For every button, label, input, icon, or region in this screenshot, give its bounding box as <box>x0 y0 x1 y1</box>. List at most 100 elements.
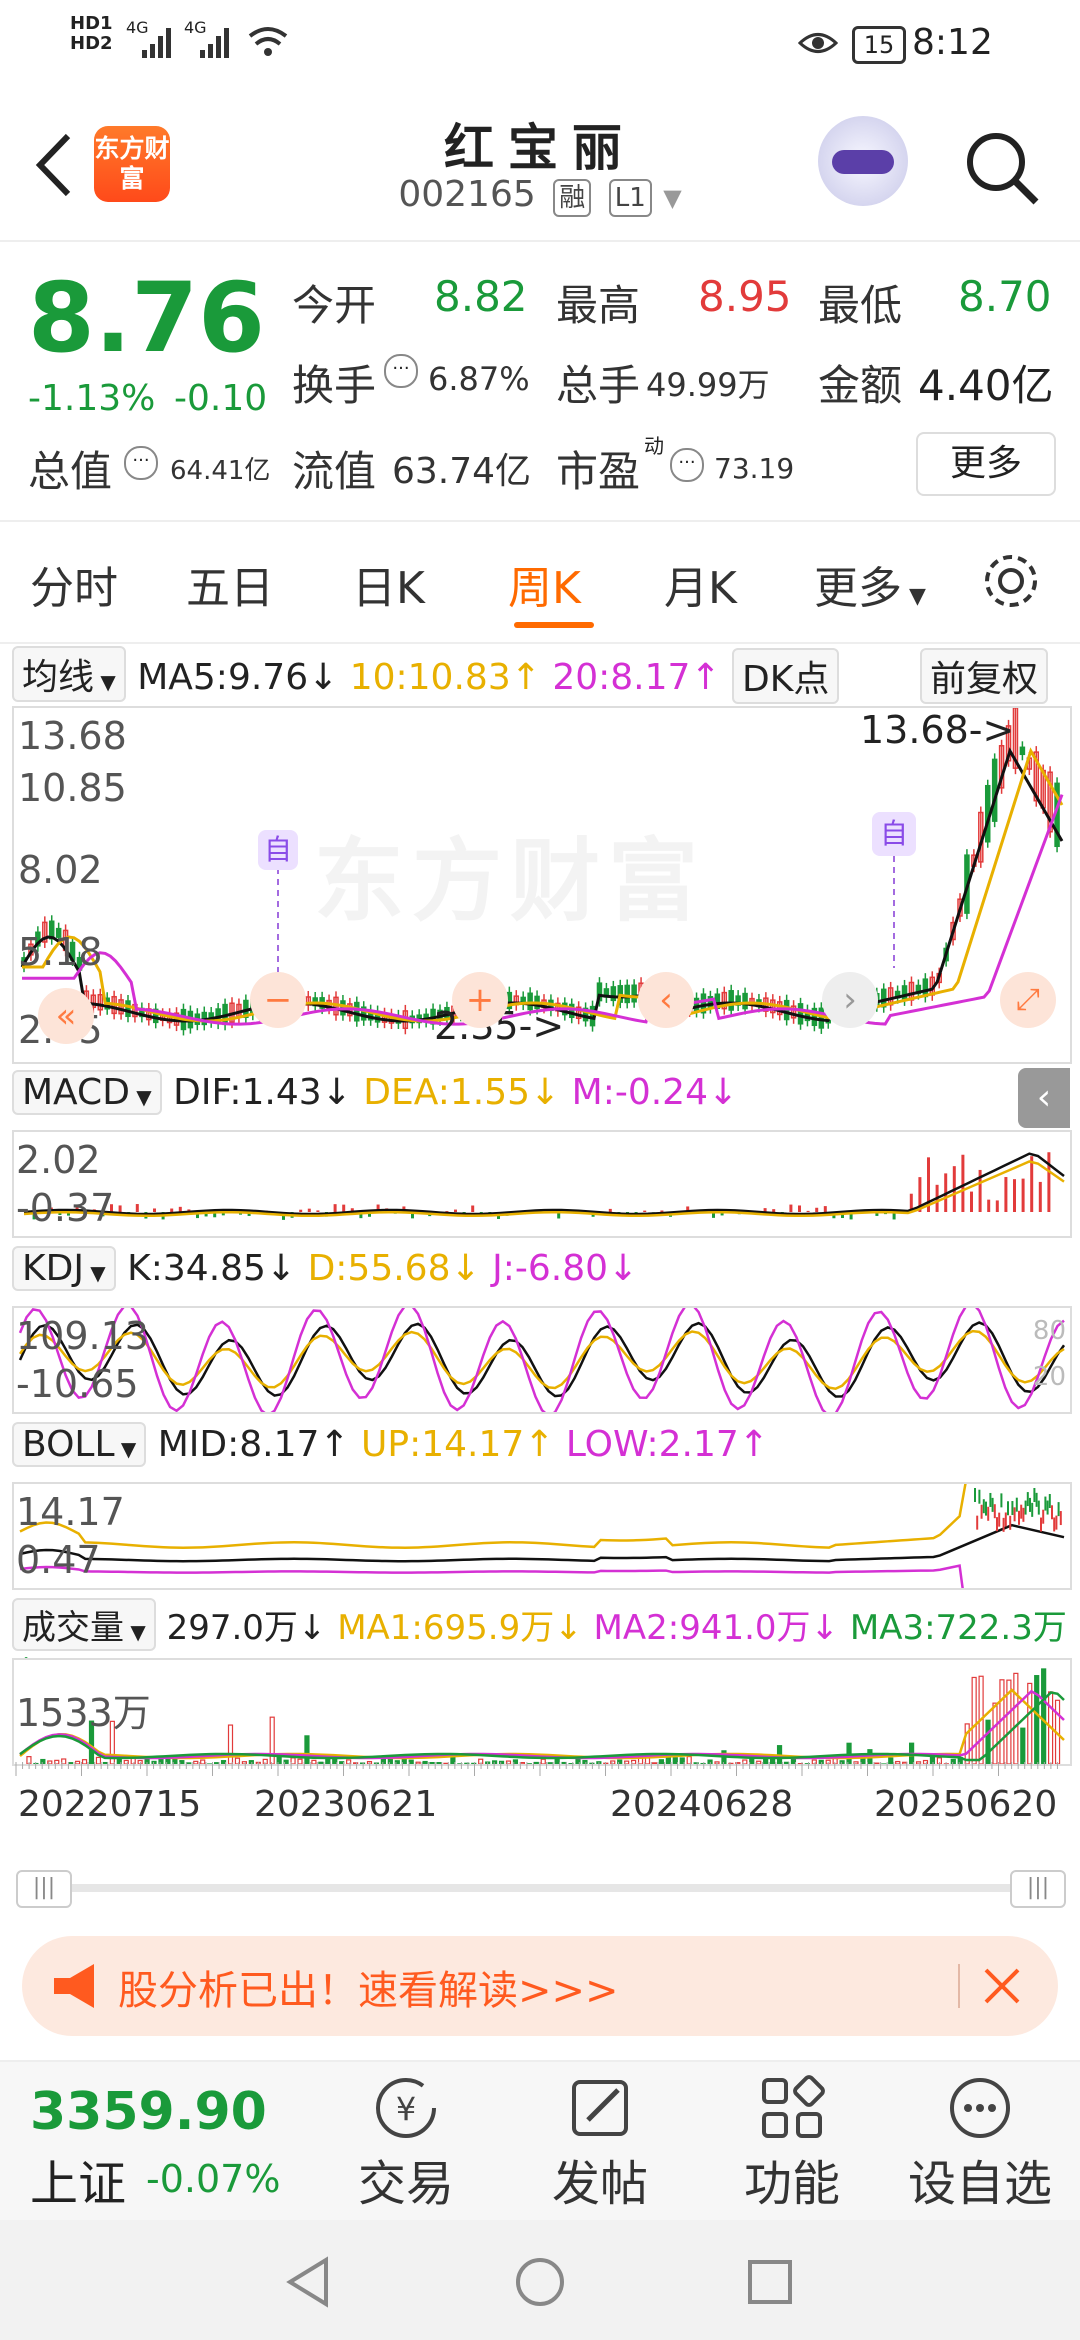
x-date-1: 20220715 <box>18 1784 202 1825</box>
macd-bar <box>970 1191 973 1212</box>
nav-add-watch[interactable]: 设自选 <box>900 2072 1060 2214</box>
boll-y-top: 14.17 <box>16 1490 125 1534</box>
self-select-marker[interactable]: 自 <box>258 830 298 870</box>
system-nav-bar <box>0 2220 1080 2340</box>
vol-ma2: MA2:941.0万↓ <box>593 1608 840 1648</box>
macd-bar <box>1013 1179 1016 1212</box>
search-icon[interactable] <box>962 128 1042 208</box>
clock: 8:12 <box>912 22 993 63</box>
robot-avatar-icon[interactable] <box>818 116 908 206</box>
boll-y-bot: 0.47 <box>16 1538 101 1582</box>
kdj-selector-label: KDJ <box>22 1248 84 1289</box>
boll-candle <box>1004 1512 1007 1527</box>
zoom-out-icon[interactable]: − <box>250 972 306 1028</box>
more-button[interactable]: 更多 <box>916 432 1056 496</box>
tab-monthly-k[interactable]: 月K <box>664 552 737 616</box>
macd-y-top: 2.02 <box>16 1138 101 1182</box>
boll-selector[interactable]: BOLL ▼ <box>12 1422 147 1467</box>
scroll-left-icon[interactable]: « <box>38 988 94 1044</box>
boll-candle <box>1040 1517 1042 1532</box>
tab-weekly-k[interactable]: 周K <box>508 552 581 616</box>
macd-bar <box>1038 1181 1042 1212</box>
stock-name: 红宝丽 <box>444 119 636 177</box>
system-back-icon[interactable] <box>284 2256 332 2308</box>
boll-candle <box>991 1497 994 1512</box>
boll-plot <box>19 1484 1065 1588</box>
stock-code: 002165 <box>398 174 536 215</box>
macd-bar <box>823 1206 827 1212</box>
vol-ma1: MA1:695.9万↓ <box>337 1608 583 1648</box>
range-handle-right[interactable]: ||| <box>1010 1870 1066 1908</box>
expand-icon[interactable]: ⤢ <box>1000 972 1056 1028</box>
range-track[interactable] <box>50 1884 1030 1892</box>
adjust-button[interactable]: 前复权 <box>920 648 1049 704</box>
mktcap-value: 64.41亿 <box>170 456 271 486</box>
svg-text:¥: ¥ <box>396 2090 416 2128</box>
system-home-icon[interactable] <box>514 2256 566 2308</box>
macd-plot <box>23 1152 1065 1220</box>
prev-icon[interactable]: ‹ <box>638 972 694 1028</box>
boll-candle <box>1042 1509 1045 1524</box>
volume-ma-line <box>19 1689 1065 1760</box>
nav-trade[interactable]: ¥ 交易 <box>326 2072 486 2214</box>
info-icon[interactable]: ··· <box>670 448 704 482</box>
volume-bar <box>1041 1668 1047 1764</box>
close-icon[interactable] <box>982 1966 1022 2006</box>
macd-bar <box>1021 1178 1025 1212</box>
boll-candle <box>996 1517 998 1532</box>
volume-chart[interactable]: 1533万 <box>12 1658 1072 1766</box>
next-icon[interactable]: › <box>822 972 878 1028</box>
ma-line <box>22 747 1064 1023</box>
system-recents-icon[interactable] <box>746 2258 794 2306</box>
macd-chart[interactable]: 2.02 -0.37 <box>12 1130 1072 1238</box>
stock-code-row[interactable]: 002165 融 L1 ▼ <box>0 174 1080 217</box>
wifi-icon <box>248 27 288 56</box>
kdj-y-bot: -10.65 <box>16 1362 139 1406</box>
margin-tag: 融 <box>553 179 592 217</box>
kdj-chart[interactable]: 109.13 -10.65 80 20 <box>12 1306 1072 1414</box>
bottom-nav: 3359.90 上证 -0.07% ¥ 交易 发帖 功能 设自选 <box>0 2060 1080 2222</box>
macd-y-bot: -0.37 <box>16 1186 115 1230</box>
macd-selector[interactable]: MACD ▼ <box>12 1070 162 1115</box>
kdj-selector[interactable]: KDJ ▼ <box>12 1246 116 1291</box>
nav-functions-label: 功能 <box>743 2156 840 2212</box>
kdj-line <box>18 1321 1066 1398</box>
megaphone-icon <box>54 1964 94 2008</box>
collapse-panel-icon[interactable]: ‹ <box>1018 1068 1070 1128</box>
nav-post[interactable]: 发帖 <box>520 2072 680 2214</box>
boll-chart[interactable]: 14.17 0.47 <box>12 1482 1072 1590</box>
index-widget[interactable]: 3359.90 上证 -0.07% <box>30 2082 280 2214</box>
self-select-marker[interactable]: 自 <box>872 812 916 856</box>
macd-bar <box>798 1205 801 1212</box>
tab-daily-k[interactable]: 日K <box>352 552 425 616</box>
kline-chart[interactable]: 东方财富 13.68 10.85 8.02 5.18 2.35 13.68-> … <box>12 706 1072 1064</box>
macd-bar <box>135 1204 139 1212</box>
kdj-ref-top: 80 <box>1032 1316 1066 1346</box>
macd-dif: DIF:1.43↓ <box>173 1072 352 1113</box>
vol-selector[interactable]: 成交量 ▼ <box>12 1598 156 1651</box>
pe-label: 市盈 <box>556 447 641 496</box>
candle-body <box>818 1007 825 1029</box>
range-handle-left[interactable]: ||| <box>16 1870 72 1908</box>
nav-post-label: 发帖 <box>551 2156 648 2212</box>
candle-body <box>125 1000 131 1018</box>
x-date-4: 20250620 <box>874 1784 1058 1825</box>
volume-bar <box>1020 1727 1026 1764</box>
boll-candle <box>1009 1515 1012 1530</box>
tab-more[interactable]: 更多 ▼ <box>814 552 926 616</box>
gear-icon[interactable] <box>980 550 1042 612</box>
dk-point-button[interactable]: DK点 <box>732 648 840 704</box>
boll-candle <box>1037 1500 1040 1515</box>
tab-five-day[interactable]: 五日 <box>186 552 274 616</box>
zoom-in-icon[interactable]: + <box>452 972 508 1028</box>
tab-intraday[interactable]: 分时 <box>30 552 118 616</box>
info-icon[interactable]: ··· <box>124 446 158 480</box>
info-icon[interactable]: ··· <box>384 354 418 388</box>
boll-candle <box>989 1492 992 1507</box>
analysis-banner[interactable]: 股分析已出！速看解读>>> <box>22 1936 1058 2036</box>
ma-selector[interactable]: 均线 ▼ <box>12 646 126 702</box>
macd-bar <box>471 1205 475 1212</box>
nav-functions[interactable]: 功能 <box>712 2072 872 2214</box>
edit-icon <box>572 2080 628 2136</box>
macd-bar <box>789 1204 793 1212</box>
